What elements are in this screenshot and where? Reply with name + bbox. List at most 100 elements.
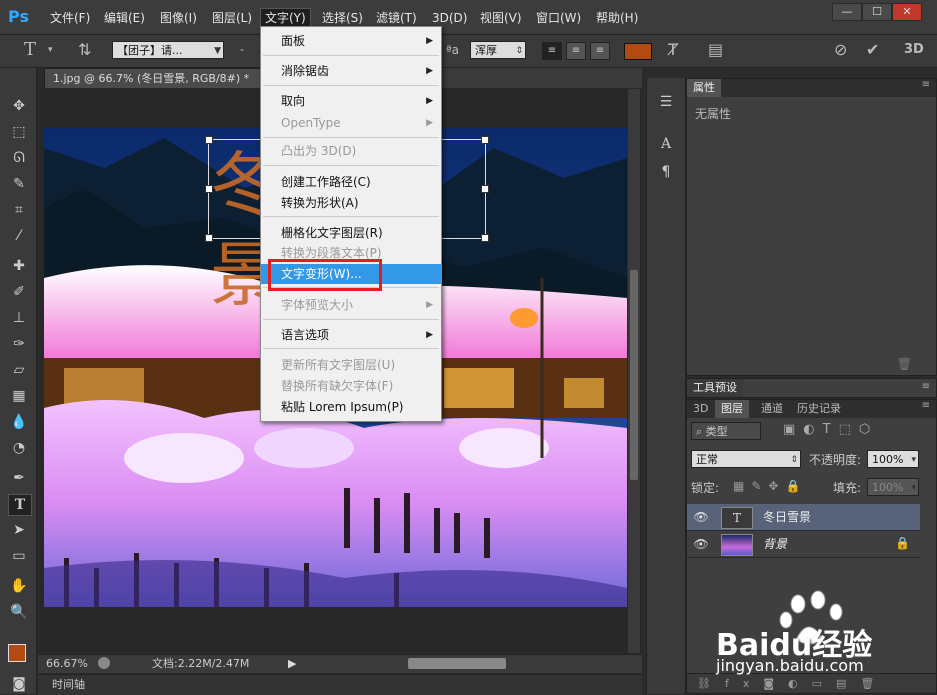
3d-button[interactable]: 3D <box>904 35 924 65</box>
panel-menu-icon[interactable]: ≡ <box>922 381 930 392</box>
horizontal-scrollbar-thumb[interactable] <box>408 658 506 669</box>
transform-handle[interactable] <box>481 136 489 144</box>
quick-select-tool-icon[interactable]: ✎ <box>8 174 30 194</box>
font-family-dropdown[interactable]: 【团子】请... ▼ <box>112 41 224 59</box>
properties-content: 无属性 <box>695 107 732 121</box>
type-tool-preset-icon[interactable]: T <box>24 35 36 65</box>
menu-item-language-options[interactable]: 语言选项 ▶ <box>261 325 441 345</box>
commit-check-icon[interactable]: ✔ <box>866 35 879 65</box>
paragraph-panel-icon[interactable]: ¶ <box>655 162 677 182</box>
hand-tool-icon[interactable]: ✋ <box>8 576 30 596</box>
transform-handle[interactable] <box>481 185 489 193</box>
menu-window[interactable]: 窗口(W) <box>532 9 585 27</box>
align-right-button[interactable]: ≡ <box>590 42 610 60</box>
cancel-icon[interactable]: ⊘ <box>834 35 847 65</box>
tab-tool-presets[interactable]: 工具预设 <box>687 379 743 397</box>
maximize-button[interactable]: ☐ <box>862 3 892 21</box>
menu-view[interactable]: 视图(V) <box>476 9 526 27</box>
document-tab[interactable]: 1.jpg @ 66.7% (冬日雪景, RGB/8#) * × <box>44 68 284 88</box>
eyedropper-tool-icon[interactable]: ⁄ <box>8 226 30 246</box>
vertical-scrollbar-thumb[interactable] <box>630 270 638 480</box>
transform-handle[interactable] <box>205 185 213 193</box>
rectangle-tool-icon[interactable]: ▭ <box>8 546 30 566</box>
blur-tool-icon[interactable]: 💧 <box>8 412 30 432</box>
character-panel-icon[interactable]: A <box>655 134 677 154</box>
lasso-tool-icon[interactable]: ᘏ <box>8 148 30 168</box>
tab-layers[interactable]: 图层 <box>715 400 749 418</box>
layer-filter-icons[interactable]: ▣◐T⬚⬡ <box>783 422 878 437</box>
layer-row-text[interactable]: 👁 T 冬日雪景 <box>687 504 920 531</box>
toggle-text-orientation-icon[interactable]: ⇅ <box>78 35 91 65</box>
timeline-panel-tab[interactable]: 时间轴 <box>38 674 642 695</box>
tab-properties[interactable]: 属性 <box>687 79 721 97</box>
zoom-level[interactable]: 66.67% <box>46 655 88 673</box>
fill-field[interactable]: 100% ▾ <box>867 478 919 496</box>
eraser-tool-icon[interactable]: ▱ <box>8 360 30 380</box>
status-info-icon[interactable] <box>98 657 110 669</box>
menu-edit[interactable]: 编辑(E) <box>100 9 149 27</box>
menu-item-convert-to-shape[interactable]: 转换为形状(A) <box>261 193 441 213</box>
move-tool-icon[interactable]: ✥ <box>8 96 30 116</box>
status-arrow-icon[interactable]: ▶ <box>288 655 296 673</box>
marquee-tool-icon[interactable]: ⬚ <box>8 122 30 142</box>
visibility-eye-icon[interactable]: 👁 <box>693 509 709 525</box>
transform-handle[interactable] <box>205 234 213 242</box>
dodge-tool-icon[interactable]: ◔ <box>8 438 30 458</box>
menu-item-create-work-path[interactable]: 创建工作路径(C) <box>261 172 441 192</box>
menu-filter[interactable]: 滤镜(T) <box>372 9 421 27</box>
tab-3d[interactable]: 3D <box>687 400 714 418</box>
menu-item-orientation[interactable]: 取向 ▶ <box>261 91 441 111</box>
menu-item-paste-lorem-ipsum[interactable]: 粘贴 Lorem Ipsum(P) <box>261 397 441 417</box>
tab-history[interactable]: 历史记录 <box>791 400 847 418</box>
layer-row-background[interactable]: 👁 背景 🔒 <box>687 531 920 558</box>
panel-menu-icon[interactable]: ≡ <box>922 79 930 90</box>
layer-name[interactable]: 冬日雪景 <box>763 504 811 530</box>
crop-tool-icon[interactable]: ⌗ <box>8 200 30 220</box>
menu-item-panel[interactable]: 面板 ▶ <box>261 31 441 51</box>
close-window-button[interactable]: ✕ <box>892 3 922 21</box>
menu-file[interactable]: 文件(F) <box>46 9 94 27</box>
menu-help[interactable]: 帮助(H) <box>592 9 642 27</box>
menu-item-antialias[interactable]: 消除锯齿 ▶ <box>261 61 441 81</box>
zoom-tool-icon[interactable]: 🔍 <box>8 602 30 622</box>
layer-name[interactable]: 背景 <box>763 531 787 557</box>
font-style-field[interactable]: - <box>236 41 256 59</box>
clone-stamp-tool-icon[interactable]: ⊥ <box>8 308 30 328</box>
chevron-down-icon: ▾ <box>911 455 916 465</box>
menu-layer[interactable]: 图层(L) <box>208 9 256 27</box>
menu-3d[interactable]: 3D(D) <box>428 9 471 27</box>
warp-text-icon[interactable]: Ⱦ <box>668 35 678 65</box>
menu-item-label: 字体预览大小 <box>281 298 354 312</box>
menu-type[interactable]: 文字(Y) <box>260 8 311 28</box>
lock-icons[interactable]: ▦✎✥🔒 <box>733 479 807 493</box>
menu-image[interactable]: 图像(I) <box>156 9 201 27</box>
chevron-down-icon[interactable]: ▾ <box>48 35 53 65</box>
menu-select[interactable]: 选择(S) <box>318 9 367 27</box>
pen-tool-icon[interactable]: ✒ <box>8 468 30 488</box>
gradient-tool-icon[interactable]: ▦ <box>8 386 30 406</box>
path-selection-tool-icon[interactable]: ➤ <box>8 520 30 540</box>
minimize-button[interactable]: — <box>832 3 862 21</box>
text-color-swatch[interactable] <box>624 43 652 60</box>
visibility-eye-icon[interactable]: 👁 <box>693 536 709 552</box>
brush-tool-icon[interactable]: ✐ <box>8 282 30 302</box>
tab-channels[interactable]: 通道 <box>755 400 789 418</box>
panel-menu-icon[interactable]: ≡ <box>922 400 930 411</box>
menu-item-rasterize-type[interactable]: 栅格化文字图层(R) <box>261 223 441 243</box>
healing-brush-tool-icon[interactable]: ✚ <box>8 256 30 276</box>
history-panel-icon[interactable]: ☰ <box>655 92 677 112</box>
transform-handle[interactable] <box>481 234 489 242</box>
opacity-field[interactable]: 100% ▾ <box>867 450 919 468</box>
blend-mode-dropdown[interactable]: 正常 ⇕ <box>691 450 801 468</box>
antialias-dropdown[interactable]: 浑厚 ⇕ <box>470 41 526 59</box>
type-tool-icon[interactable]: T <box>8 494 32 516</box>
character-panel-icon[interactable]: ▤ <box>708 35 723 65</box>
quick-mask-icon[interactable]: ◙ <box>8 674 30 694</box>
history-brush-tool-icon[interactable]: ✑ <box>8 334 30 354</box>
trash-icon[interactable]: 🗑 <box>897 357 912 371</box>
layer-filter-dropdown[interactable]: ⌕ 类型 <box>691 422 761 440</box>
transform-handle[interactable] <box>205 136 213 144</box>
align-left-button[interactable]: ≡ <box>542 42 562 60</box>
align-center-button[interactable]: ≡ <box>566 42 586 60</box>
foreground-color-swatch[interactable] <box>8 644 26 662</box>
